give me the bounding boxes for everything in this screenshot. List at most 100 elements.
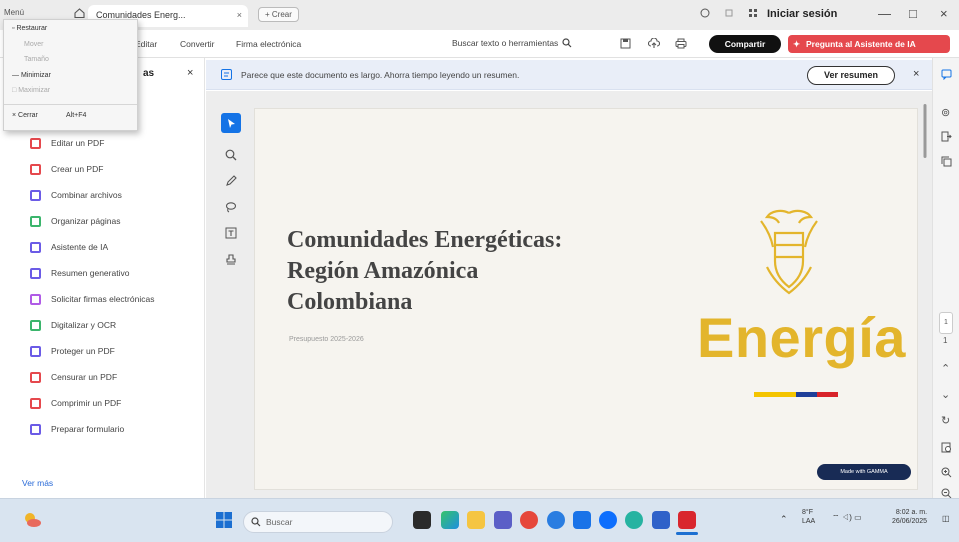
ctx-close[interactable]: × Cerrar Alt+F4 bbox=[12, 112, 86, 119]
tool-item[interactable]: Organizar páginas bbox=[30, 211, 120, 231]
select-cursor-icon[interactable] bbox=[221, 113, 241, 133]
maximize-button[interactable]: □ bbox=[909, 6, 917, 21]
ctx-minimize-icon: — bbox=[12, 72, 21, 79]
see-more-link[interactable]: Ver más bbox=[22, 478, 53, 488]
fit-page-icon[interactable] bbox=[941, 442, 952, 453]
notifications-icon[interactable]: ◫ bbox=[942, 514, 950, 523]
tool-item[interactable]: Crear un PDF bbox=[30, 159, 103, 179]
view-summary-button[interactable]: Ver resumen bbox=[807, 66, 895, 85]
tool-item[interactable]: Editar un PDF bbox=[30, 133, 104, 153]
ctx-maximize: □ Maximizar bbox=[12, 87, 51, 94]
tool-item[interactable]: Digitalizar y OCR bbox=[30, 315, 116, 335]
tool-icon bbox=[30, 397, 41, 409]
document-title-line-1: Comunidades Energéticas: bbox=[287, 227, 563, 253]
tool-label: Comprimir un PDF bbox=[51, 398, 122, 408]
tray-overflow-icon[interactable]: ⌃ bbox=[780, 514, 788, 525]
windows-start-icon[interactable] bbox=[216, 512, 232, 528]
bell-icon[interactable] bbox=[724, 8, 734, 18]
search-tools[interactable]: Buscar texto o herramientas bbox=[452, 38, 572, 48]
document-subtitle: Presupuesto 2025-2026 bbox=[289, 336, 364, 343]
scroll-up-icon[interactable]: ⌃ bbox=[941, 362, 950, 375]
colombia-coat-of-arms-icon bbox=[760, 209, 818, 295]
ai-assistant-label: Pregunta al Asistente de IA bbox=[806, 39, 916, 49]
summary-notice-bar: Parece que este documento es largo. Ahor… bbox=[206, 60, 932, 90]
flag-blue bbox=[796, 392, 817, 397]
tool-label: Preparar formulario bbox=[51, 424, 125, 434]
cloud-upload-icon[interactable] bbox=[648, 38, 660, 49]
close-window-button[interactable]: × bbox=[940, 6, 948, 21]
tool-icon bbox=[30, 371, 41, 383]
document-title: Comunidades Energéticas: Región Amazónic… bbox=[287, 225, 647, 318]
tool-item[interactable]: Censurar un PDF bbox=[30, 367, 117, 387]
menu-convert[interactable]: Convertir bbox=[180, 39, 214, 49]
menu-esign[interactable]: Firma electrónica bbox=[236, 39, 301, 49]
colombia-flag-stripe bbox=[754, 392, 838, 397]
tool-item[interactable]: Proteger un PDF bbox=[30, 341, 115, 361]
zoom-icon[interactable] bbox=[221, 145, 241, 165]
lasso-icon[interactable] bbox=[221, 197, 241, 217]
page-number-box[interactable]: 1 bbox=[939, 312, 953, 334]
tool-item[interactable]: Asistente de IA bbox=[30, 237, 108, 257]
clock[interactable]: 8:02 a. m. 26/06/2025 bbox=[892, 508, 927, 526]
notice-text: Parece que este documento es largo. Ahor… bbox=[241, 70, 520, 80]
tool-icon bbox=[30, 215, 41, 227]
panel-close-icon[interactable]: × bbox=[187, 67, 193, 79]
active-app-indicator bbox=[676, 532, 698, 535]
home-icon[interactable] bbox=[74, 8, 85, 18]
tool-item[interactable]: Solicitar firmas electrónicas bbox=[30, 289, 154, 309]
menu-button[interactable]: Menú bbox=[4, 8, 24, 17]
tool-icon bbox=[30, 345, 41, 357]
new-tab-button[interactable]: + Crear bbox=[258, 7, 299, 22]
print-icon[interactable] bbox=[675, 38, 687, 49]
tool-item[interactable]: Comprimir un PDF bbox=[30, 393, 121, 413]
ctx-restore[interactable]: ▫ Restaurar bbox=[12, 25, 47, 32]
notice-summary-icon bbox=[221, 69, 232, 80]
help-icon[interactable] bbox=[700, 8, 710, 18]
network-volume-battery-icons[interactable]: ⌔ ◁) ▭ bbox=[832, 513, 862, 523]
tab-close-icon[interactable]: × bbox=[237, 10, 242, 20]
file-explorer-icon[interactable] bbox=[467, 511, 485, 529]
clock-time: 8:02 a. m. bbox=[895, 509, 928, 516]
ai-chat-icon[interactable]: ⊚ bbox=[941, 106, 950, 119]
widgets-weather-icon[interactable] bbox=[22, 511, 42, 529]
menu-edit[interactable]: Editar bbox=[135, 39, 157, 49]
energia-brand-word: Energía bbox=[697, 306, 906, 369]
ai-assistant-button[interactable]: ✦ Pregunta al Asistente de IA bbox=[788, 35, 950, 53]
ctx-move: Mover bbox=[24, 41, 44, 48]
document-scrollbar[interactable] bbox=[921, 98, 930, 493]
minimize-button[interactable]: — bbox=[878, 6, 891, 21]
sign-in-link[interactable]: Iniciar sesión bbox=[767, 8, 837, 20]
chrome-icon[interactable] bbox=[520, 511, 538, 529]
apps-grid-icon[interactable] bbox=[748, 8, 758, 18]
pen-icon[interactable] bbox=[221, 171, 241, 191]
made-with-gamma-badge[interactable]: Made with GAMMA bbox=[817, 464, 911, 480]
tool-item[interactable]: Resumen generativo bbox=[30, 263, 129, 283]
app-icon[interactable] bbox=[625, 511, 643, 529]
scroll-down-icon[interactable]: ⌄ bbox=[941, 388, 950, 401]
taskbar-search-input[interactable]: Buscar bbox=[243, 511, 393, 533]
tool-item[interactable]: Preparar formulario bbox=[30, 419, 124, 439]
edge-icon[interactable] bbox=[441, 511, 459, 529]
text-box-icon[interactable] bbox=[221, 223, 241, 243]
zoom-in-icon[interactable] bbox=[941, 467, 952, 478]
word-icon[interactable] bbox=[652, 511, 670, 529]
weather-widget[interactable]: 8°F LAA bbox=[802, 508, 815, 526]
stamp-icon[interactable] bbox=[221, 249, 241, 269]
task-view-icon[interactable] bbox=[413, 511, 431, 529]
notice-close-icon[interactable]: × bbox=[913, 68, 919, 80]
store-icon[interactable] bbox=[573, 511, 591, 529]
save-icon[interactable] bbox=[620, 38, 631, 49]
taskbar: Buscar ⌃ 8°F LAA ⌔ ◁) ▭ 8:02 a. m. 26/06… bbox=[0, 498, 959, 542]
tool-item[interactable]: Combinar archivos bbox=[30, 185, 122, 205]
copy-pages-icon[interactable] bbox=[941, 156, 952, 167]
export-icon[interactable] bbox=[941, 131, 952, 142]
refresh-icon[interactable]: ↻ bbox=[941, 414, 950, 427]
teams-icon[interactable] bbox=[494, 511, 512, 529]
ctx-minimize[interactable]: — Minimizar bbox=[12, 72, 51, 79]
acrobat-icon[interactable] bbox=[678, 511, 696, 529]
browser-icon[interactable] bbox=[547, 511, 565, 529]
comment-icon[interactable] bbox=[941, 69, 952, 80]
window-context-menu: ▫ Restaurar Mover Tamaño — Minimizar □ M… bbox=[3, 19, 138, 131]
share-button[interactable]: Compartir bbox=[709, 35, 781, 53]
edge-alt-icon[interactable] bbox=[599, 511, 617, 529]
